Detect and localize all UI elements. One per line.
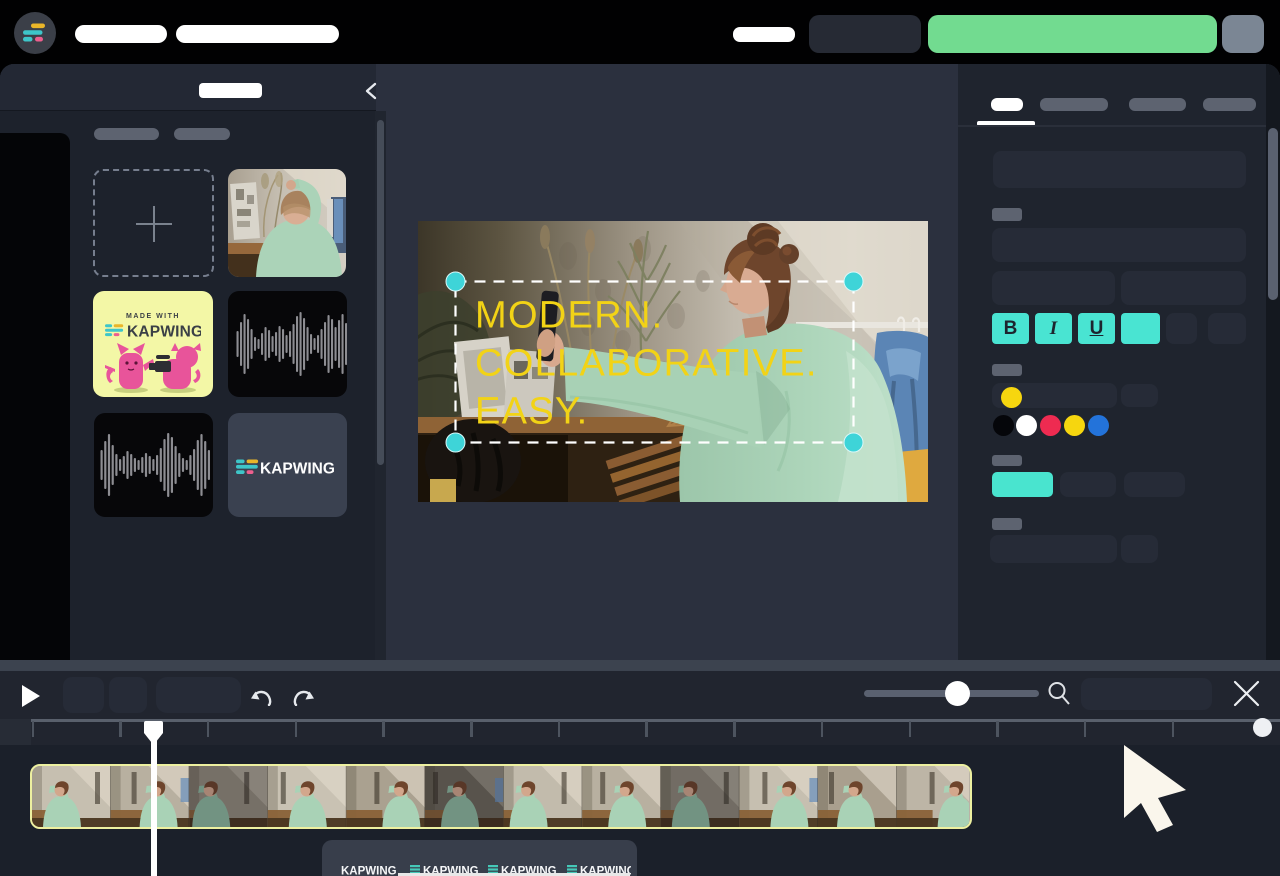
svg-text:KAPWING: KAPWING [341, 866, 397, 876]
svg-text:COLLABORATIVE.: COLLABORATIVE. [475, 343, 818, 385]
svg-text:KAPWING: KAPWING [260, 461, 335, 478]
svg-text:EASY.: EASY. [475, 391, 589, 433]
svg-text:MODERN.: MODERN. [475, 295, 664, 337]
svg-text:KAPWING: KAPWING [127, 324, 201, 341]
